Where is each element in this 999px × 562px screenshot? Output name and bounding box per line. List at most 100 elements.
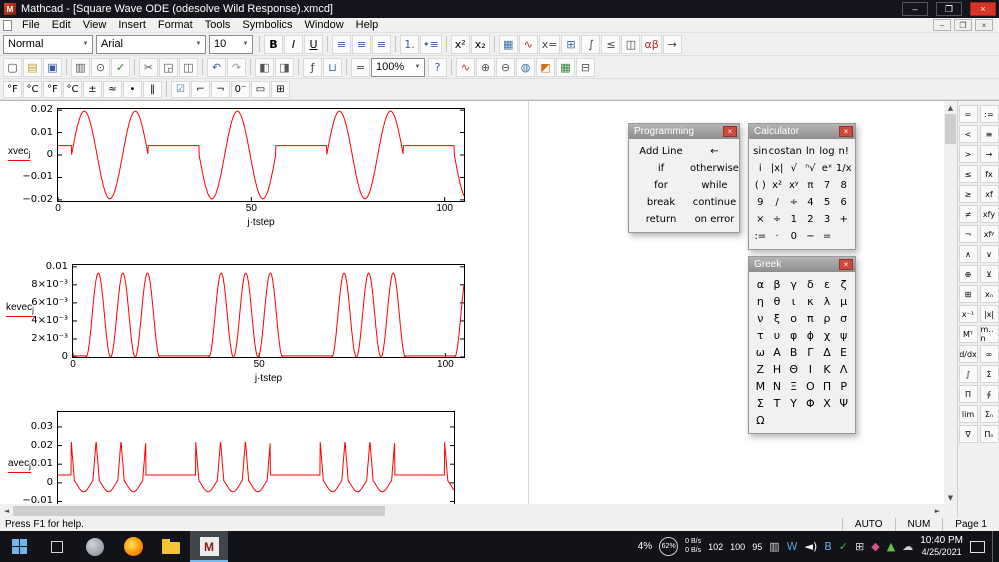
palette-button[interactable]: Γ	[802, 344, 819, 361]
web-library-button[interactable]: ◍	[516, 58, 535, 77]
operator-button[interactable]: xfʸ	[980, 225, 999, 243]
palette-button[interactable]: Ψ	[835, 395, 852, 412]
operator-button[interactable]: xf	[980, 185, 999, 203]
pinned-app-button[interactable]	[76, 531, 114, 562]
operator-button[interactable]: Mᵀ	[959, 325, 978, 343]
palette-button[interactable]: φ	[785, 327, 802, 344]
operator-button[interactable]: ∧	[959, 245, 978, 263]
not-button[interactable]: ¬	[211, 81, 230, 98]
menu-file[interactable]: File	[16, 19, 46, 31]
unit-fahrenheit2-button[interactable]: °F	[43, 81, 62, 98]
palette-button[interactable]: 1	[785, 211, 802, 228]
palette-button[interactable]: √	[785, 160, 802, 177]
operator-button[interactable]: ∞	[980, 345, 999, 363]
palette-button[interactable]: break	[632, 194, 690, 211]
palette-button[interactable]: ×	[752, 211, 769, 228]
operator-button[interactable]: xfy	[980, 205, 999, 223]
palette-button[interactable]: ψ	[835, 327, 852, 344]
scroll-up-button[interactable]: ▲	[944, 101, 957, 114]
palette-button[interactable]: P	[835, 378, 852, 395]
kevec-plot[interactable]	[72, 264, 465, 358]
palette-button[interactable]: 9	[752, 194, 769, 211]
align-center-button[interactable]: ≡	[352, 35, 371, 54]
palette-button[interactable]: Ξ	[785, 378, 802, 395]
operator-button[interactable]: ⊻	[980, 265, 999, 283]
operator-button[interactable]: Σₙ	[980, 405, 999, 423]
font-combo[interactable]: Arial▼	[96, 35, 206, 54]
horizontal-scroll-thumb[interactable]	[13, 506, 385, 516]
matrix-toolbar-button[interactable]: ⊞	[561, 35, 580, 54]
palette-button[interactable]: Λ	[835, 361, 852, 378]
operator-button[interactable]: d/dx	[959, 345, 978, 363]
print-preview-button[interactable]: ⊙	[91, 58, 110, 77]
palette-button[interactable]: :=	[752, 228, 769, 245]
palette-button[interactable]: ←	[690, 143, 739, 160]
control-button[interactable]: ⊟	[576, 58, 595, 77]
scroll-left-button[interactable]: ◄	[0, 505, 13, 518]
operator-button[interactable]: |x|	[980, 305, 999, 323]
meter-icon[interactable]: ▥	[769, 540, 779, 553]
palette-button[interactable]: ζ	[835, 276, 852, 293]
size-combo[interactable]: 10▼	[209, 35, 253, 54]
palette-button[interactable]: Θ	[785, 361, 802, 378]
print-button[interactable]: ▥	[71, 58, 90, 77]
operator-button[interactable]: =	[959, 105, 978, 123]
approx-button[interactable]: ≈	[103, 81, 122, 98]
palette-button[interactable]: β	[769, 276, 786, 293]
action-center-icon[interactable]	[970, 541, 985, 553]
mathcad-button[interactable]: M	[190, 531, 228, 562]
zero-order-button[interactable]: 0⁻	[231, 81, 250, 98]
vertical-scrollbar[interactable]: ▲ ▼	[944, 101, 957, 504]
operator-button[interactable]: ≡	[980, 125, 999, 143]
close-icon[interactable]: ×	[839, 126, 853, 137]
close-icon[interactable]: ×	[723, 126, 737, 137]
palette-button[interactable]: π	[802, 177, 819, 194]
start-button[interactable]	[0, 531, 38, 562]
palette-button[interactable]: 1/x	[835, 160, 852, 177]
horizontal-scrollbar[interactable]: ◄ ►	[0, 504, 944, 518]
redo-button[interactable]: ↷	[227, 58, 246, 77]
unit-fahrenheit-button[interactable]: °F	[3, 81, 22, 98]
palette-button[interactable]: ο	[785, 310, 802, 327]
palette-button[interactable]: ι	[785, 293, 802, 310]
palette-button[interactable]: ÷	[769, 211, 786, 228]
palette-button[interactable]: X	[819, 395, 836, 412]
palette-button[interactable]: ϕ	[802, 327, 819, 344]
bold-button[interactable]: B	[264, 35, 283, 54]
palette-button[interactable]: A	[769, 344, 786, 361]
paste-button[interactable]: ◫	[179, 58, 198, 77]
operator-button[interactable]: ⊕	[959, 265, 978, 283]
box-button[interactable]: ▭	[251, 81, 270, 98]
operator-button[interactable]: ≥	[959, 185, 978, 203]
corner-button[interactable]: ⌐	[191, 81, 210, 98]
cloud-icon[interactable]: ☁	[902, 540, 913, 553]
superscript-button[interactable]: x²	[451, 35, 470, 54]
doc-close-button[interactable]: ×	[975, 19, 993, 31]
palette-button[interactable]: χ	[819, 327, 836, 344]
italic-button[interactable]: I	[284, 35, 303, 54]
insert-unit-button[interactable]: ⊔	[323, 58, 342, 77]
palette-button[interactable]: ln	[802, 143, 819, 160]
palette-button[interactable]: ( )	[752, 177, 769, 194]
align-down-button[interactable]: ◨	[275, 58, 294, 77]
palette-button[interactable]: λ	[819, 293, 836, 310]
menu-symbolics[interactable]: Symbolics	[236, 19, 298, 31]
palette-button[interactable]: 7	[819, 177, 836, 194]
palette-button[interactable]: =	[819, 228, 836, 245]
operator-button[interactable]: :=	[980, 105, 999, 123]
word-icon[interactable]: W	[787, 540, 798, 553]
undo-button[interactable]: ↶	[207, 58, 226, 77]
doc-minimize-button[interactable]: –	[933, 19, 951, 31]
parallel-button[interactable]: ‖	[143, 81, 162, 98]
calculus-toolbar-button[interactable]: ∫	[581, 35, 600, 54]
palette-button[interactable]: τ	[752, 327, 769, 344]
scroll-down-button[interactable]: ▼	[944, 491, 957, 504]
palette-button[interactable]: return	[632, 211, 690, 228]
operator-button[interactable]: Σ	[980, 365, 999, 383]
palette-button[interactable]: ÷	[785, 194, 802, 211]
palette-button[interactable]: /	[769, 194, 786, 211]
menu-view[interactable]: View	[77, 19, 113, 31]
palette-button[interactable]: log	[819, 143, 836, 160]
bluetooth-icon[interactable]: B	[824, 540, 832, 553]
xvec-plot[interactable]	[57, 108, 465, 202]
